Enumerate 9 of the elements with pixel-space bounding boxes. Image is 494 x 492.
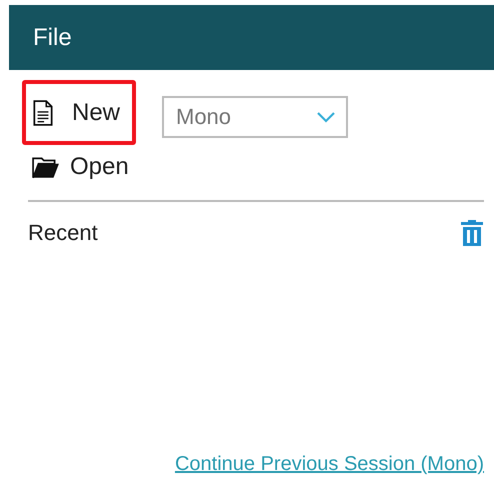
mode-dropdown[interactable]: Mono	[162, 96, 348, 138]
trash-icon[interactable]	[460, 220, 484, 246]
section-label: Recent	[28, 220, 98, 246]
chevron-down-icon	[316, 111, 336, 123]
menu-action[interactable]: New	[22, 80, 136, 145]
folder-icon	[32, 155, 60, 179]
document-icon	[32, 100, 54, 126]
panel-title: File	[33, 24, 72, 52]
menu-action[interactable]: Open	[22, 149, 136, 185]
